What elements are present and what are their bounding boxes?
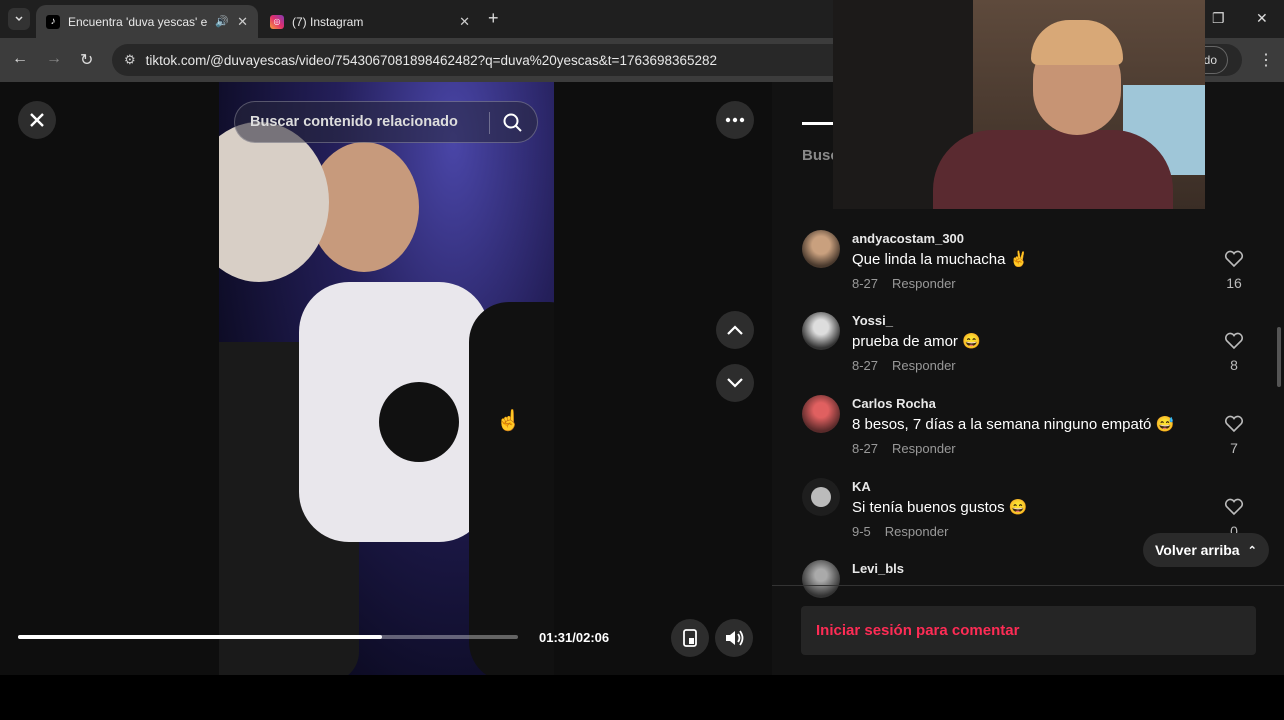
close-tab-icon[interactable]: ✕ xyxy=(237,14,248,30)
person-hair-dark xyxy=(469,302,554,675)
screen: ♪ Encuentra 'duva yescas' en 🔊 ✕ ◎ (7) I… xyxy=(0,0,1284,720)
login-prompt: Iniciar sesión para comentar xyxy=(816,622,1020,639)
comment-date: 8-27 xyxy=(852,441,879,456)
like-count: 7 xyxy=(1230,440,1238,456)
comment-text: 8 besos, 7 días a la semana ninguno empa… xyxy=(852,416,1175,433)
comment-text: Que linda la muchacha ✌ xyxy=(852,251,1029,268)
reload-icon[interactable]: ↻ xyxy=(80,50,93,70)
comment-meta: 8-27 Responder xyxy=(852,441,956,456)
login-to-comment-button[interactable]: Iniciar sesión para comentar xyxy=(801,606,1256,655)
comment-date: 8-27 xyxy=(852,276,879,291)
comment-item: Carlos Rocha 8 besos, 7 días a la semana… xyxy=(802,395,1262,475)
close-tab-icon[interactable]: ✕ xyxy=(459,14,470,30)
avatar[interactable] xyxy=(802,230,840,268)
browser-menu-icon[interactable]: ⋮ xyxy=(1258,50,1274,70)
back-arrow-icon[interactable]: ← xyxy=(12,50,28,68)
ellipsis-icon xyxy=(725,117,745,123)
new-tab-icon[interactable]: + xyxy=(488,8,499,29)
instagram-icon: ◎ xyxy=(270,14,284,29)
panel-scrollbar[interactable] xyxy=(1277,327,1281,387)
speaker-icon[interactable]: 🔊 xyxy=(215,15,229,28)
close-icon xyxy=(30,113,44,127)
avatar[interactable] xyxy=(802,560,840,598)
comment-text: prueba de amor 😄 xyxy=(852,333,981,350)
tab-title: Encuentra 'duva yescas' en xyxy=(68,14,208,29)
url-text: tiktok.com/@duvayescas/video/75430670818… xyxy=(145,52,718,68)
tab-instagram[interactable]: ◎ (7) Instagram ✕ xyxy=(260,5,480,38)
comment-meta: 8-27 Responder xyxy=(852,358,956,373)
avatar[interactable] xyxy=(802,478,840,516)
heart-icon xyxy=(1224,415,1244,433)
search-icon[interactable] xyxy=(501,111,525,135)
comment-meta: 9-5 Responder xyxy=(852,524,948,539)
video-viewer: Buscar contenido relacionado ☝ xyxy=(0,82,772,675)
tab-tiktok[interactable]: ♪ Encuentra 'duva yescas' en 🔊 ✕ xyxy=(36,5,258,38)
comment-username[interactable]: andyacostam_300 xyxy=(852,231,964,246)
microphone xyxy=(379,382,459,462)
floating-player-icon xyxy=(683,629,697,647)
avatar[interactable] xyxy=(802,395,840,433)
more-options-button[interactable] xyxy=(716,101,754,139)
forward-arrow-icon[interactable]: → xyxy=(46,50,62,68)
chevron-down-icon xyxy=(15,16,23,22)
tab-title: (7) Instagram xyxy=(292,14,364,29)
related-search-input[interactable]: Buscar contenido relacionado xyxy=(234,101,538,143)
back-to-top-label: Volver arriba xyxy=(1155,542,1240,558)
video-frame[interactable] xyxy=(219,82,554,675)
volume-button[interactable] xyxy=(715,619,753,657)
like-count: 8 xyxy=(1230,357,1238,373)
reply-button[interactable]: Responder xyxy=(885,524,949,539)
like-count: 16 xyxy=(1226,275,1242,291)
like-button[interactable]: 16 xyxy=(1222,250,1246,291)
related-search-placeholder: Buscar contenido relacionado xyxy=(250,114,458,130)
video-progress-bar[interactable] xyxy=(18,635,518,639)
webcam-person-shirt xyxy=(933,130,1173,209)
site-settings-icon[interactable]: ⚙ xyxy=(124,52,136,68)
avatar-moon xyxy=(811,487,831,507)
pip-button[interactable] xyxy=(671,619,709,657)
next-video-button[interactable] xyxy=(716,364,754,402)
comment-username[interactable]: KA xyxy=(852,479,871,494)
previous-video-button[interactable] xyxy=(716,311,754,349)
video-progress-fill xyxy=(18,635,382,639)
comment-text: Si tenía buenos gustos 😄 xyxy=(852,499,1028,516)
comment-date: 9-5 xyxy=(852,524,871,539)
close-window-icon[interactable]: ✕ xyxy=(1256,10,1268,27)
webcam-overlay xyxy=(833,0,1205,209)
comment-username[interactable]: Yossi_ xyxy=(852,313,893,328)
reply-button[interactable]: Responder xyxy=(892,276,956,291)
hand-cursor-icon: ☝ xyxy=(496,410,521,432)
like-button[interactable]: 8 xyxy=(1222,332,1246,373)
video-time: 01:31/02:06 xyxy=(539,630,610,645)
comment-item: Yossi_ prueba de amor 😄 8-27 Responder 8 xyxy=(802,312,1262,392)
back-to-top-button[interactable]: Volver arriba ⌃ xyxy=(1143,533,1269,567)
comment-item: andyacostam_300 Que linda la muchacha ✌ … xyxy=(802,230,1262,310)
avatar[interactable] xyxy=(802,312,840,350)
comment-username[interactable]: Levi_bls xyxy=(852,561,904,576)
double-chevron-up-icon: ⌃ xyxy=(1247,544,1257,557)
chevron-down-icon xyxy=(727,378,743,388)
tiktok-icon: ♪ xyxy=(46,14,60,29)
divider xyxy=(772,585,1284,586)
tab-search-button[interactable] xyxy=(8,8,30,30)
comment-date: 8-27 xyxy=(852,358,879,373)
heart-icon xyxy=(1224,332,1244,350)
close-video-button[interactable] xyxy=(18,101,56,139)
person-hair xyxy=(219,122,329,282)
heart-icon xyxy=(1224,250,1244,268)
volume-icon xyxy=(726,630,744,646)
comment-meta: 8-27 Responder xyxy=(852,276,956,291)
chevron-up-icon xyxy=(727,325,743,335)
comment-username[interactable]: Carlos Rocha xyxy=(852,396,936,411)
like-button[interactable]: 7 xyxy=(1222,415,1246,456)
reply-button[interactable]: Responder xyxy=(892,441,956,456)
heart-icon xyxy=(1224,498,1244,516)
reply-button[interactable]: Responder xyxy=(892,358,956,373)
search-divider xyxy=(489,112,490,134)
restore-window-icon[interactable]: ❐ xyxy=(1212,10,1225,27)
